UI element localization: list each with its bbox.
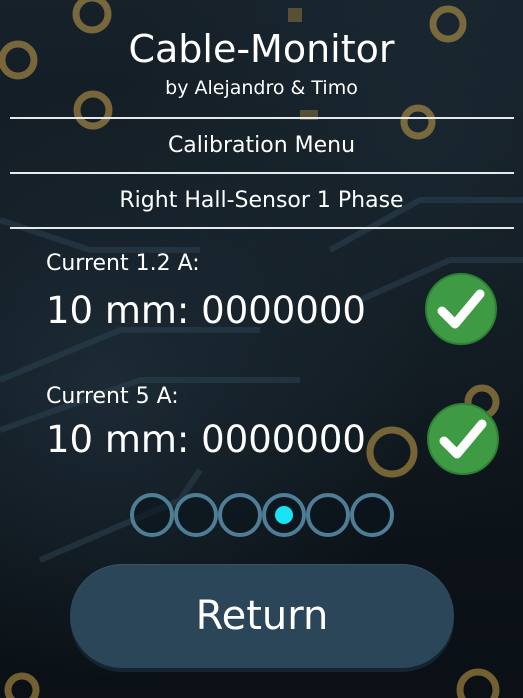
check-icon bbox=[425, 273, 497, 345]
page-dot-6[interactable] bbox=[350, 493, 394, 537]
app-subtitle: by Alejandro & Timo bbox=[165, 77, 358, 99]
current-label: Current 5 A: bbox=[46, 384, 179, 409]
return-button[interactable]: Return bbox=[70, 564, 454, 668]
page-dot-2[interactable] bbox=[174, 493, 218, 537]
divider bbox=[10, 227, 514, 229]
current-label: Current 1.2 A: bbox=[46, 251, 200, 276]
menu-title: Calibration Menu bbox=[167, 133, 356, 158]
page-dot-3[interactable] bbox=[218, 493, 262, 537]
page-dot-5[interactable] bbox=[306, 493, 350, 537]
app-title: Cable-Monitor bbox=[128, 27, 395, 71]
check-icon bbox=[427, 403, 499, 475]
page-dot-4-active[interactable] bbox=[262, 493, 306, 537]
page-dot-1[interactable] bbox=[130, 493, 174, 537]
page-indicator bbox=[130, 493, 394, 537]
divider bbox=[10, 117, 514, 119]
sensor-label: Right Hall-Sensor 1 Phase bbox=[119, 188, 404, 213]
divider bbox=[10, 172, 514, 174]
reading-value: 10 mm: 0000000 bbox=[46, 418, 366, 461]
reading-value: 10 mm: 0000000 bbox=[46, 289, 366, 332]
